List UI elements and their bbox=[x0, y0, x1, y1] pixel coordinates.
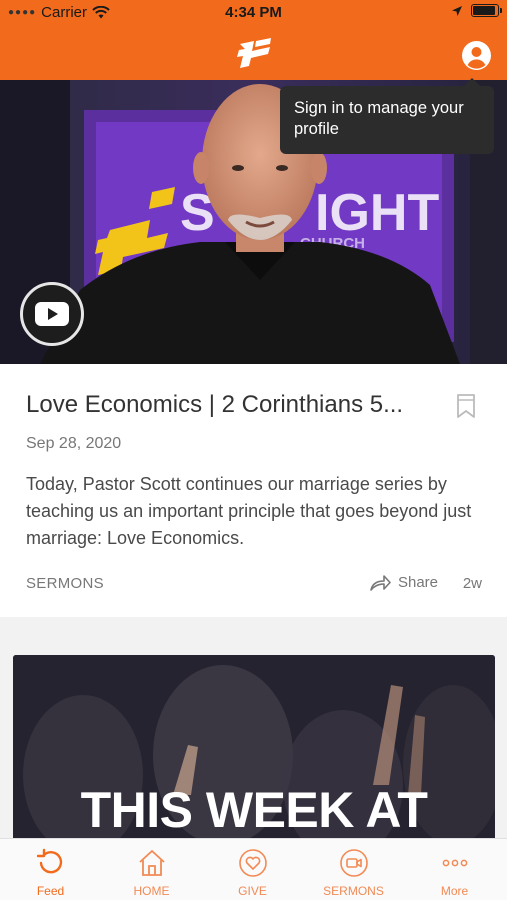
card-title[interactable]: Love Economics | 2 Corinthians 5... bbox=[26, 391, 403, 419]
svg-text:IGHT: IGHT bbox=[315, 184, 439, 242]
share-icon bbox=[370, 575, 391, 591]
bookmark-icon[interactable] bbox=[456, 393, 476, 419]
location-arrow-icon bbox=[452, 5, 462, 16]
share-button[interactable]: Share bbox=[369, 573, 438, 591]
youtube-play-icon bbox=[35, 302, 69, 326]
share-label: Share bbox=[397, 573, 438, 591]
profile-icon bbox=[463, 42, 490, 69]
card-footer: SERMONS Share 2w bbox=[26, 573, 482, 597]
tab-feed-label: Feed bbox=[36, 884, 65, 898]
video-icon bbox=[340, 849, 368, 877]
category-label[interactable]: SERMONS bbox=[26, 575, 104, 592]
tab-bar: Feed HOME GIVE SERMONS More bbox=[0, 838, 507, 900]
home-icon bbox=[139, 850, 165, 876]
card-date: Sep 28, 2020 bbox=[26, 435, 122, 452]
play-video-button[interactable] bbox=[20, 282, 84, 346]
post-age: 2w bbox=[462, 575, 482, 592]
card-description: Today, Pastor Scott continues our marria… bbox=[26, 474, 472, 548]
feed-card-sermon[interactable]: S IGHT CHURCH Love Economics | 2 Corinth… bbox=[0, 80, 507, 617]
battery-icon bbox=[471, 4, 502, 17]
more-icon bbox=[442, 859, 468, 867]
tab-give[interactable]: GIVE bbox=[202, 839, 303, 900]
tab-feed[interactable]: Feed bbox=[0, 839, 101, 900]
profile-button[interactable] bbox=[462, 41, 491, 70]
tab-home[interactable]: HOME bbox=[101, 839, 202, 900]
church-logo-icon[interactable] bbox=[236, 38, 272, 68]
heart-icon bbox=[239, 849, 267, 877]
tab-more[interactable]: More bbox=[404, 839, 505, 900]
tab-home-label: HOME bbox=[133, 884, 170, 898]
this-week-heading: THIS WEEK AT bbox=[80, 782, 428, 838]
tab-give-label: GIVE bbox=[238, 884, 267, 898]
status-time: 4:34 PM bbox=[225, 4, 282, 21]
tab-more-label: More bbox=[440, 884, 469, 898]
tooltip-text: Sign in to manage your profile bbox=[294, 99, 464, 138]
sign-in-tooltip[interactable]: Sign in to manage your profile bbox=[280, 78, 494, 154]
status-bar: ●●●● Carrier 4:34 PM bbox=[0, 0, 507, 26]
refresh-icon bbox=[36, 848, 63, 874]
tab-sermons-label: SERMONS bbox=[323, 884, 384, 898]
tab-sermons[interactable]: SERMONS bbox=[303, 839, 404, 900]
feed-card-this-week[interactable]: THIS WEEK AT SUNLIGHT bbox=[13, 655, 495, 845]
battery-level bbox=[473, 6, 495, 15]
app-header: ●●●● Carrier 4:34 PM bbox=[0, 0, 507, 80]
